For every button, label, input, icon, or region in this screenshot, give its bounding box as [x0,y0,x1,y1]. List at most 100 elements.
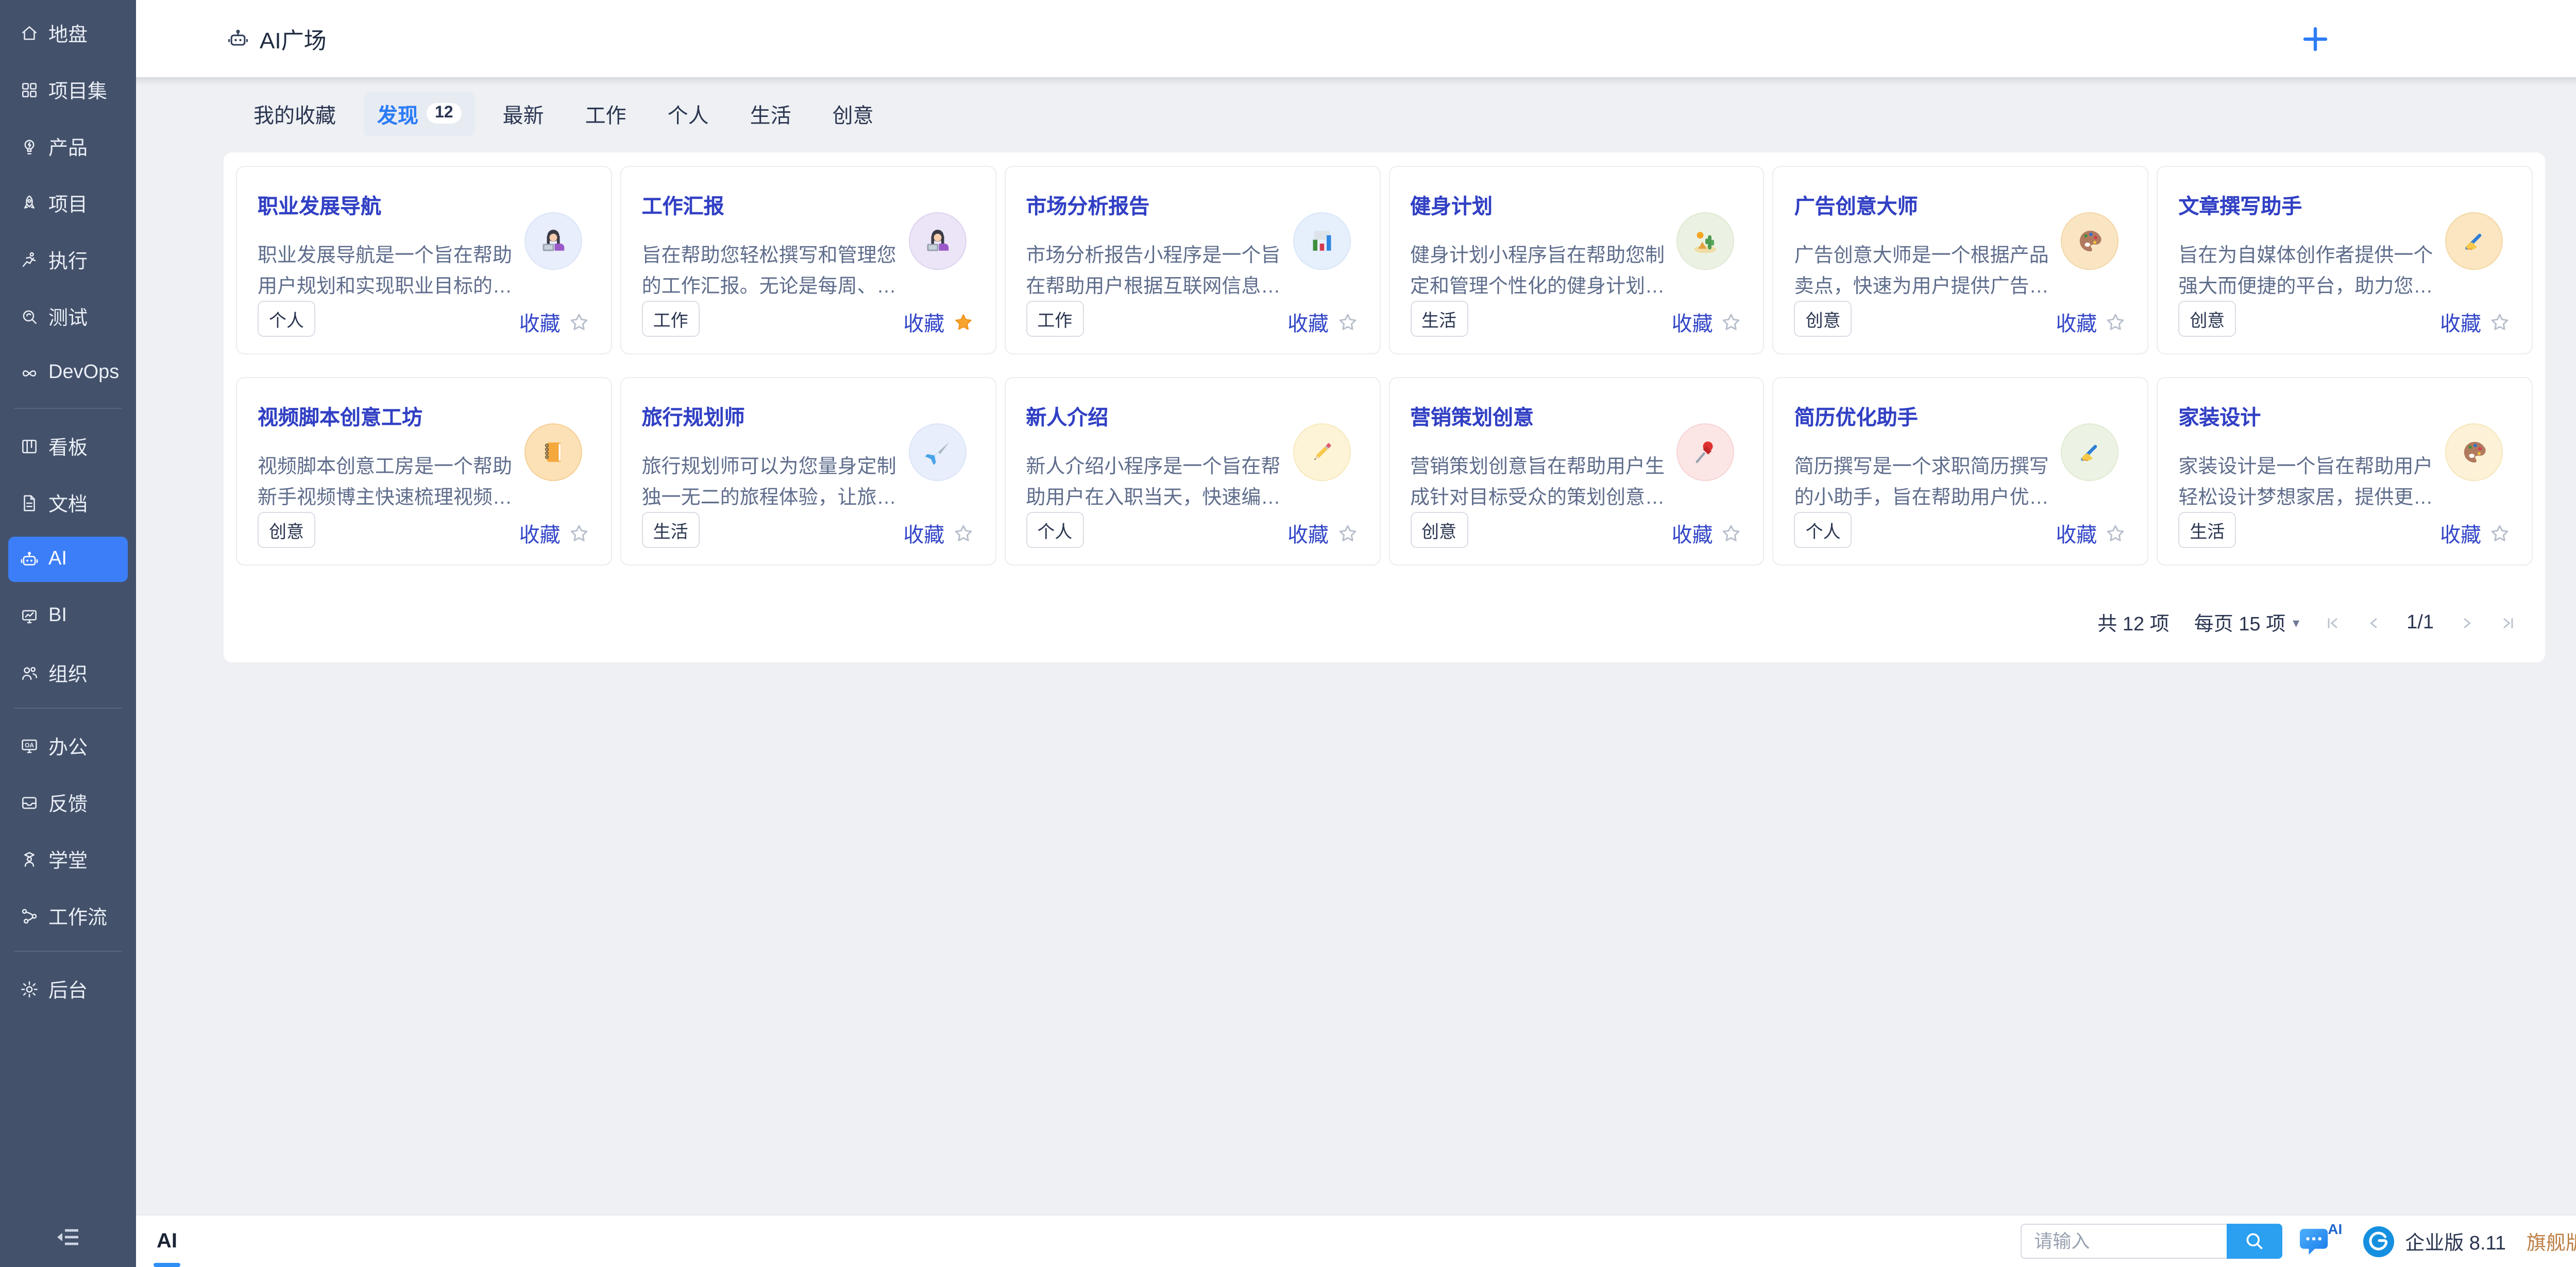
sidebar-item-DevOps[interactable]: DevOps [8,350,128,396]
search-button[interactable] [2227,1224,2282,1259]
sidebar-item-label: DevOps [48,362,119,384]
sidebar-item-label: 看板 [48,432,88,460]
favorite-button[interactable]: 收藏 [903,518,974,548]
edition-link[interactable]: 旗舰版 [2527,1227,2576,1255]
sidebar-item-项目集[interactable]: 项目集 [8,67,128,112]
favorite-button[interactable]: 收藏 [1672,518,1743,548]
pagination: 共 12 项 每页 15 项 ▾ 1/1 [236,609,2533,637]
sidebar-item-办公[interactable]: OA 办公 [8,723,128,768]
sidebar-item-看板[interactable]: 看板 [8,423,128,469]
airplane-icon [908,423,966,481]
card-description: 简历撰写是一个求职简历撰写的小助手，旨在帮助用户优… [1794,452,2054,514]
document-icon [19,492,39,513]
favorite-label: 收藏 [2056,518,2097,548]
sidebar-collapse-button[interactable] [0,1225,136,1255]
sidebar-item-BI[interactable]: BI [8,593,128,639]
sidebar-item-反馈[interactable]: 反馈 [8,780,128,825]
sidebar-item-label: 产品 [48,132,88,160]
tab-我的收藏[interactable]: 我的收藏 [240,91,349,135]
tab-发现[interactable]: 发现12 [364,91,475,135]
cards-grid: 职业发展导航 职业发展导航是一个旨在帮助用户规划和实现职业目标的A… 个人 收藏… [236,166,2533,566]
tab-label: 最新 [503,98,544,128]
last-page-button[interactable] [2500,614,2516,631]
card-description: 旅行规划师可以为您量身定制独一无二的旅程体验，让旅… [642,452,902,514]
star-empty-icon [1336,522,1359,544]
sidebar-item-测试[interactable]: 测试 [8,294,128,339]
app-card[interactable]: 文章撰写助手 旨在为自媒体创作者提供一个强大而便捷的平台，助力您… 创意 收藏 [2157,166,2533,354]
add-button[interactable] [2299,22,2332,55]
favorite-label: 收藏 [2056,307,2097,337]
tab-label: 工作 [585,98,626,128]
runner-icon [19,249,39,270]
office-monitor-icon: OA [19,735,39,756]
favorite-label: 收藏 [2440,518,2481,548]
per-page-select[interactable]: 每页 15 项 ▾ [2194,609,2299,637]
sidebar-item-后台[interactable]: 后台 [8,966,128,1012]
sidebar-item-文档[interactable]: 文档 [8,480,128,525]
star-empty-icon [1720,522,1743,544]
sidebar-item-地盘[interactable]: 地盘 [8,10,128,56]
card-description: 广告创意大师是一个根据产品卖点，快速为用户提供广告… [1794,241,2054,303]
prev-page-button[interactable] [2365,614,2382,631]
sidebar-item-label: AI [48,548,67,571]
sidebar-item-项目[interactable]: 项目 [8,180,128,226]
app-card[interactable]: 简历优化助手 简历撰写是一个求职简历撰写的小助手，旨在帮助用户优… 个人 收藏 [1773,377,2149,566]
sidebar-item-label: 测试 [48,302,88,330]
card-category-tag: 工作 [1026,301,1083,337]
sidebar-divider [14,708,122,709]
sidebar-item-AI[interactable]: AI [8,537,128,582]
sidebar-item-label: 学堂 [48,845,88,873]
app-window: 地盘项目集产品项目执行测试 DevOps 看板文档 AI BI 组织 OA 办公反馈学堂工作流… [0,0,2576,1267]
tab-工作[interactable]: 工作 [572,91,640,135]
sidebar-item-label: 办公 [48,732,88,760]
next-page-button[interactable] [2459,614,2475,631]
tab-label: 发现 [377,98,418,128]
sidebar-item-产品[interactable]: 产品 [8,124,128,169]
app-card[interactable]: 家装设计 家装设计是一个旨在帮助用户轻松设计梦想家居，提供更… 生活 收藏 [2157,377,2533,566]
tab-创意[interactable]: 创意 [819,91,887,135]
favorite-label: 收藏 [519,307,561,337]
card-description: 健身计划小程序旨在帮助您制定和管理个性化的健身计划… [1410,241,1670,303]
sidebar-item-学堂[interactable]: 学堂 [8,836,128,882]
favorite-button[interactable]: 收藏 [2056,307,2127,337]
svg-text:OA: OA [24,741,33,748]
tab-个人[interactable]: 个人 [654,91,722,135]
app-card[interactable]: 市场分析报告 市场分析报告小程序是一个旨在帮助用户根据互联网信息… 工作 收藏 [1004,166,1380,354]
sidebar-item-执行[interactable]: 执行 [8,237,128,282]
app-card[interactable]: 广告创意大师 广告创意大师是一个根据产品卖点，快速为用户提供广告… 创意 收藏 [1773,166,2149,354]
favorite-button[interactable]: 收藏 [1287,307,1359,337]
app-card[interactable]: 视频脚本创意工坊 视频脚本创意工房是一个帮助新手视频博主快速梳理视频… 创意 收… [236,377,612,566]
app-card[interactable]: 旅行规划师 旅行规划师可以为您量身定制独一无二的旅程体验，让旅… 生活 收藏 [620,377,996,566]
tab-生活[interactable]: 生活 [737,91,805,135]
app-card[interactable]: 工作汇报 旨在帮助您轻松撰写和管理您的工作汇报。无论是每周、… 工作 收藏 [620,166,996,354]
lightbulb-icon [19,136,39,157]
bottom-tab-ai[interactable]: AI [157,1215,177,1267]
first-page-button[interactable] [2324,614,2341,631]
search-input[interactable] [2021,1224,2227,1259]
favorite-button[interactable]: 收藏 [2056,518,2127,548]
sidebar-item-工作流[interactable]: 工作流 [8,893,128,938]
favorite-button[interactable]: 收藏 [2440,518,2511,548]
category-tabs: 我的收藏发现12 最新 工作个人生活创意 [136,77,2576,134]
favorite-button[interactable]: 收藏 [1287,518,1359,548]
app-card[interactable]: 新人介绍 新人介绍小程序是一个旨在帮助用户在入职当天，快速编… 个人 收藏 [1004,377,1380,566]
card-category-tag: 创意 [258,512,315,548]
user-avatar[interactable]: A [2354,22,2388,56]
favorite-button[interactable]: 收藏 [1672,307,1743,337]
favorite-button[interactable]: 收藏 [2440,307,2511,337]
card-description: 职业发展导航是一个旨在帮助用户规划和实现职业目标的A… [258,241,517,303]
sidebar: 地盘项目集产品项目执行测试 DevOps 看板文档 AI BI 组织 OA 办公反馈学堂工作流… [0,0,136,1267]
magnifier-icon [19,306,39,327]
app-card[interactable]: 职业发展导航 职业发展导航是一个旨在帮助用户规划和实现职业目标的A… 个人 收藏 [236,166,612,354]
tab-最新[interactable]: 最新 [489,91,557,135]
sidebar-item-组织[interactable]: 组织 [8,650,128,695]
favorite-button[interactable]: 收藏 [903,307,974,337]
favorite-button[interactable]: 收藏 [519,307,590,337]
chat-bubble-icon [2299,1227,2331,1258]
ai-chat-button[interactable]: AI [2299,1223,2342,1260]
app-card[interactable]: 营销策划创意 营销策划创意旨在帮助用户生成针对目标受众的策划创意… 创意 收藏 [1388,377,1765,566]
app-card[interactable]: 健身计划 健身计划小程序旨在帮助您制定和管理个性化的健身计划… 生活 收藏 [1388,166,1765,354]
star-empty-icon [1720,311,1743,333]
page-title: AI广场 [260,22,327,55]
favorite-button[interactable]: 收藏 [519,518,590,548]
